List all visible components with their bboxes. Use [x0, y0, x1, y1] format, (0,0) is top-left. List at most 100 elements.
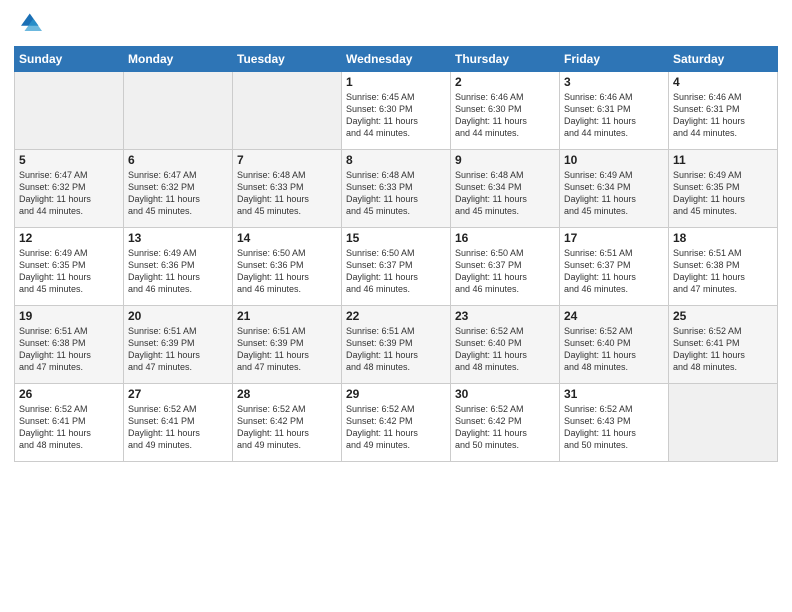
calendar-cell: 6Sunrise: 6:47 AM Sunset: 6:32 PM Daylig…: [124, 150, 233, 228]
calendar-cell: 29 Sunrise: 6:52 AM Sunset: 6:42 PM Dayli…: [342, 384, 451, 462]
calendar-page: SundayMondayTuesdayWednesdayThursdayFrid…: [0, 0, 792, 612]
day-number: 18: [673, 231, 773, 245]
day-info: Sunrise: 6:51 AM Sunset: 6:38 PM Dayligh…: [19, 325, 119, 374]
calendar-cell: 10 Sunrise: 6:49 AM Sunset: 6:34 PM Dayli…: [560, 150, 669, 228]
day-number: 14: [237, 231, 337, 245]
day-number: 4: [673, 75, 773, 89]
calendar-cell: 14 Sunrise: 6:50 AM Sunset: 6:36 PM Dayli…: [233, 228, 342, 306]
calendar-cell: 17 Sunrise: 6:51 AM Sunset: 6:37 PM Dayli…: [560, 228, 669, 306]
calendar-week-3: 12 Sunrise: 6:49 AM Sunset: 6:35 PM Dayli…: [15, 228, 778, 306]
day-number: 6: [128, 153, 228, 167]
day-number: 16: [455, 231, 555, 245]
calendar-cell: [124, 72, 233, 150]
calendar-cell: 26 Sunrise: 6:52 AM Sunset: 6:41 PM Dayli…: [15, 384, 124, 462]
day-info: Sunrise: 6:51 AM Sunset: 6:39 PM Dayligh…: [237, 325, 337, 374]
calendar-cell: 12 Sunrise: 6:49 AM Sunset: 6:35 PM Dayli…: [15, 228, 124, 306]
logo: [14, 10, 46, 38]
day-number: 15: [346, 231, 446, 245]
calendar-week-5: 26 Sunrise: 6:52 AM Sunset: 6:41 PM Dayli…: [15, 384, 778, 462]
weekday-header-sunday: Sunday: [15, 47, 124, 72]
day-info: Sunrise: 6:46 AM Sunset: 6:31 PM Dayligh…: [673, 91, 773, 140]
calendar-cell: 11 Sunrise: 6:49 AM Sunset: 6:35 PM Dayli…: [669, 150, 778, 228]
calendar-cell: 24 Sunrise: 6:52 AM Sunset: 6:40 PM Dayli…: [560, 306, 669, 384]
day-number: 29: [346, 387, 446, 401]
day-number: 13: [128, 231, 228, 245]
day-number: 11: [673, 153, 773, 167]
day-info: Sunrise: 6:52 AM Sunset: 6:41 PM Dayligh…: [673, 325, 773, 374]
day-number: 26: [19, 387, 119, 401]
calendar-cell: 21 Sunrise: 6:51 AM Sunset: 6:39 PM Dayli…: [233, 306, 342, 384]
day-info: Sunrise: 6:49 AM Sunset: 6:35 PM Dayligh…: [673, 169, 773, 218]
calendar-cell: 8Sunrise: 6:48 AM Sunset: 6:33 PM Daylig…: [342, 150, 451, 228]
day-number: 23: [455, 309, 555, 323]
weekday-header-friday: Friday: [560, 47, 669, 72]
calendar-cell: 30 Sunrise: 6:52 AM Sunset: 6:42 PM Dayli…: [451, 384, 560, 462]
day-number: 28: [237, 387, 337, 401]
day-info: Sunrise: 6:47 AM Sunset: 6:32 PM Dayligh…: [19, 169, 119, 218]
day-number: 10: [564, 153, 664, 167]
calendar-cell: 9 Sunrise: 6:48 AM Sunset: 6:34 PM Daylig…: [451, 150, 560, 228]
calendar-cell: 5 Sunrise: 6:47 AM Sunset: 6:32 PM Daylig…: [15, 150, 124, 228]
day-info: Sunrise: 6:52 AM Sunset: 6:42 PM Dayligh…: [346, 403, 446, 452]
calendar-cell: 2 Sunrise: 6:46 AM Sunset: 6:30 PM Daylig…: [451, 72, 560, 150]
day-info: Sunrise: 6:46 AM Sunset: 6:31 PM Dayligh…: [564, 91, 664, 140]
day-number: 9: [455, 153, 555, 167]
day-info: Sunrise: 6:48 AM Sunset: 6:34 PM Dayligh…: [455, 169, 555, 218]
day-info: Sunrise: 6:52 AM Sunset: 6:40 PM Dayligh…: [564, 325, 664, 374]
weekday-header-monday: Monday: [124, 47, 233, 72]
day-info: Sunrise: 6:45 AM Sunset: 6:30 PM Dayligh…: [346, 91, 446, 140]
day-number: 22: [346, 309, 446, 323]
day-info: Sunrise: 6:46 AM Sunset: 6:30 PM Dayligh…: [455, 91, 555, 140]
weekday-header-tuesday: Tuesday: [233, 47, 342, 72]
day-info: Sunrise: 6:49 AM Sunset: 6:36 PM Dayligh…: [128, 247, 228, 296]
calendar-week-4: 19 Sunrise: 6:51 AM Sunset: 6:38 PM Dayli…: [15, 306, 778, 384]
calendar-cell: 1 Sunrise: 6:45 AM Sunset: 6:30 PM Daylig…: [342, 72, 451, 150]
calendar-cell: 15 Sunrise: 6:50 AM Sunset: 6:37 PM Dayli…: [342, 228, 451, 306]
weekday-header-saturday: Saturday: [669, 47, 778, 72]
day-info: Sunrise: 6:51 AM Sunset: 6:39 PM Dayligh…: [128, 325, 228, 374]
calendar-cell: [669, 384, 778, 462]
day-info: Sunrise: 6:52 AM Sunset: 6:41 PM Dayligh…: [19, 403, 119, 452]
day-number: 20: [128, 309, 228, 323]
weekday-header-thursday: Thursday: [451, 47, 560, 72]
day-info: Sunrise: 6:48 AM Sunset: 6:33 PM Dayligh…: [237, 169, 337, 218]
calendar-cell: 23 Sunrise: 6:52 AM Sunset: 6:40 PM Dayli…: [451, 306, 560, 384]
calendar-cell: 22Sunrise: 6:51 AM Sunset: 6:39 PM Dayli…: [342, 306, 451, 384]
day-info: Sunrise: 6:52 AM Sunset: 6:42 PM Dayligh…: [455, 403, 555, 452]
day-info: Sunrise: 6:51 AM Sunset: 6:37 PM Dayligh…: [564, 247, 664, 296]
calendar-cell: 25Sunrise: 6:52 AM Sunset: 6:41 PM Dayli…: [669, 306, 778, 384]
day-info: Sunrise: 6:50 AM Sunset: 6:36 PM Dayligh…: [237, 247, 337, 296]
day-number: 2: [455, 75, 555, 89]
calendar-cell: 28 Sunrise: 6:52 AM Sunset: 6:42 PM Dayli…: [233, 384, 342, 462]
calendar-cell: 18 Sunrise: 6:51 AM Sunset: 6:38 PM Dayli…: [669, 228, 778, 306]
weekday-header-wednesday: Wednesday: [342, 47, 451, 72]
day-number: 24: [564, 309, 664, 323]
page-header: [14, 10, 778, 38]
day-info: Sunrise: 6:50 AM Sunset: 6:37 PM Dayligh…: [346, 247, 446, 296]
day-number: 17: [564, 231, 664, 245]
day-info: Sunrise: 6:51 AM Sunset: 6:38 PM Dayligh…: [673, 247, 773, 296]
day-number: 30: [455, 387, 555, 401]
day-number: 21: [237, 309, 337, 323]
calendar-cell: 13 Sunrise: 6:49 AM Sunset: 6:36 PM Dayli…: [124, 228, 233, 306]
calendar-week-2: 5 Sunrise: 6:47 AM Sunset: 6:32 PM Daylig…: [15, 150, 778, 228]
calendar-cell: 16Sunrise: 6:50 AM Sunset: 6:37 PM Dayli…: [451, 228, 560, 306]
day-info: Sunrise: 6:49 AM Sunset: 6:34 PM Dayligh…: [564, 169, 664, 218]
calendar-cell: 27Sunrise: 6:52 AM Sunset: 6:41 PM Dayli…: [124, 384, 233, 462]
day-info: Sunrise: 6:49 AM Sunset: 6:35 PM Dayligh…: [19, 247, 119, 296]
day-number: 19: [19, 309, 119, 323]
day-number: 12: [19, 231, 119, 245]
day-info: Sunrise: 6:48 AM Sunset: 6:33 PM Dayligh…: [346, 169, 446, 218]
day-info: Sunrise: 6:52 AM Sunset: 6:42 PM Dayligh…: [237, 403, 337, 452]
calendar-cell: 31 Sunrise: 6:52 AM Sunset: 6:43 PM Dayli…: [560, 384, 669, 462]
day-number: 3: [564, 75, 664, 89]
weekday-header-row: SundayMondayTuesdayWednesdayThursdayFrid…: [15, 47, 778, 72]
day-info: Sunrise: 6:52 AM Sunset: 6:40 PM Dayligh…: [455, 325, 555, 374]
day-number: 1: [346, 75, 446, 89]
day-number: 5: [19, 153, 119, 167]
day-info: Sunrise: 6:52 AM Sunset: 6:43 PM Dayligh…: [564, 403, 664, 452]
calendar-cell: 3 Sunrise: 6:46 AM Sunset: 6:31 PM Daylig…: [560, 72, 669, 150]
day-info: Sunrise: 6:52 AM Sunset: 6:41 PM Dayligh…: [128, 403, 228, 452]
calendar-table: SundayMondayTuesdayWednesdayThursdayFrid…: [14, 46, 778, 462]
day-number: 31: [564, 387, 664, 401]
